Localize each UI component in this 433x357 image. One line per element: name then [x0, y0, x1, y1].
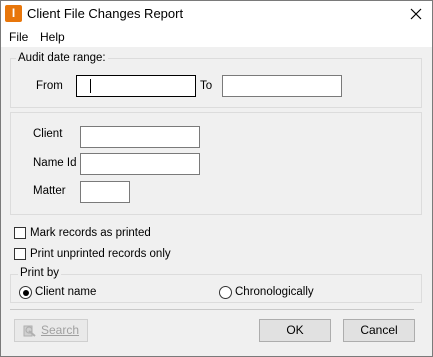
search-icon — [23, 325, 36, 337]
menu-bar: File Help — [1, 27, 432, 47]
separator — [10, 309, 414, 310]
title-bar: I Client File Changes Report — [1, 1, 432, 27]
client-name-radio[interactable] — [19, 286, 32, 299]
to-label: To — [200, 80, 213, 92]
from-label: From — [36, 80, 63, 92]
client-input[interactable] — [80, 126, 200, 148]
mark-printed-checkbox[interactable] — [14, 227, 26, 239]
unprinted-only-label[interactable]: Print unprinted records only — [30, 248, 171, 260]
name-id-input[interactable] — [80, 153, 200, 175]
audit-date-group — [10, 58, 422, 108]
close-button[interactable] — [403, 3, 429, 25]
text-cursor-icon — [90, 79, 91, 93]
cancel-button[interactable]: Cancel — [343, 319, 415, 342]
menu-help[interactable]: Help — [40, 30, 65, 44]
search-button[interactable]: Search — [14, 319, 88, 342]
from-date-input[interactable] — [76, 75, 196, 97]
matter-input[interactable] — [80, 181, 130, 203]
close-icon — [410, 8, 422, 20]
audit-date-legend: Audit date range: — [16, 52, 108, 64]
client-name-label[interactable]: Client name — [35, 286, 96, 298]
mark-printed-label[interactable]: Mark records as printed — [30, 227, 151, 239]
report-dialog: I Client File Changes Report File Help A… — [0, 0, 433, 357]
unprinted-only-checkbox[interactable] — [14, 248, 26, 260]
to-date-input[interactable] — [222, 75, 342, 97]
ok-button[interactable]: OK — [259, 319, 331, 342]
client-label: Client — [33, 128, 63, 140]
chronologically-label[interactable]: Chronologically — [235, 286, 314, 298]
chronologically-radio[interactable] — [219, 286, 232, 299]
name-id-label: Name Id — [33, 157, 77, 169]
app-icon: I — [5, 5, 22, 22]
matter-label: Matter — [33, 185, 66, 197]
menu-file[interactable]: File — [9, 30, 28, 44]
window-title: Client File Changes Report — [27, 6, 184, 21]
search-button-label: Search — [40, 323, 80, 337]
print-by-legend: Print by — [18, 267, 61, 279]
